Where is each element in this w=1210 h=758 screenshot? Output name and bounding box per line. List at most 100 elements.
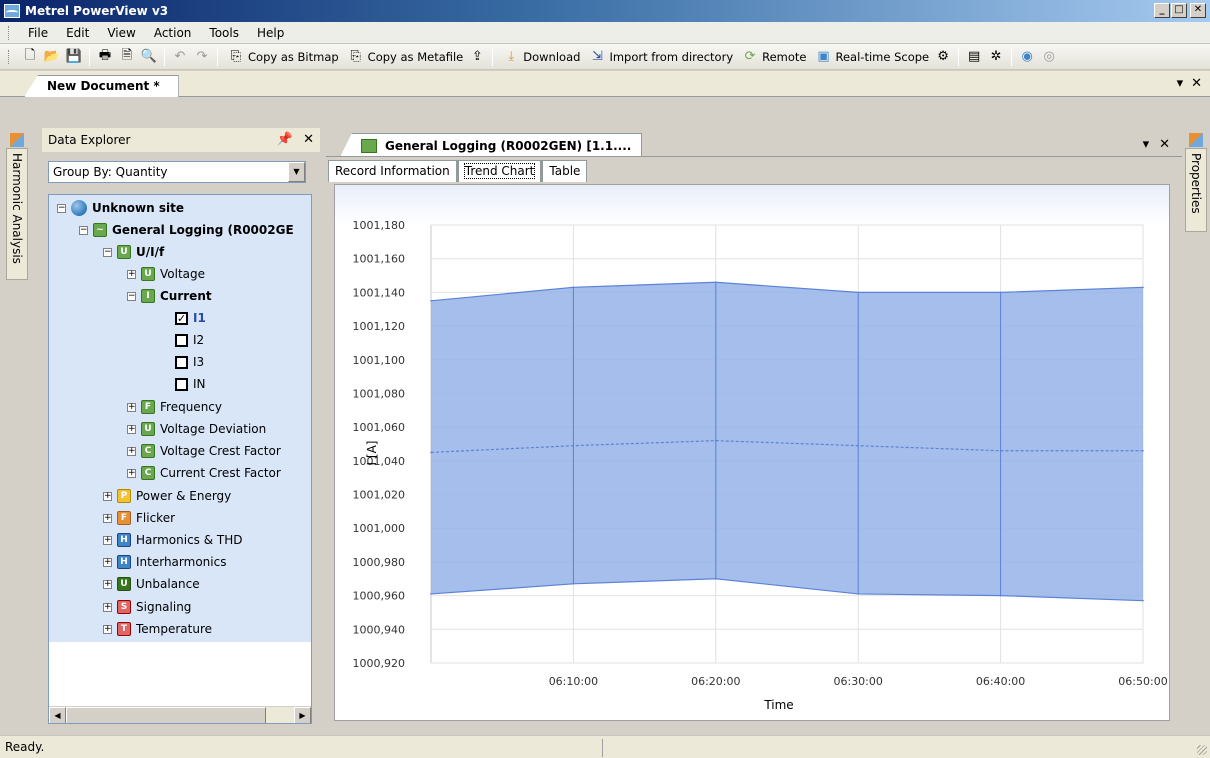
expand-icon[interactable]: + bbox=[103, 557, 112, 567]
menu-view[interactable]: View bbox=[98, 26, 144, 40]
data-point bbox=[999, 594, 1002, 597]
export-icon[interactable]: ⇪ bbox=[468, 48, 486, 66]
zoom-icon[interactable]: 🔍 bbox=[140, 48, 158, 66]
tree-node-current[interactable]: − I Current bbox=[127, 285, 212, 307]
tree-node-site[interactable]: − Unknown site bbox=[57, 197, 184, 219]
tree-horizontal-scrollbar[interactable]: ◀ ▶ bbox=[49, 706, 311, 723]
tree-node-power[interactable]: + P Power & Energy bbox=[103, 485, 231, 507]
tree-node-temperature[interactable]: + T Temperature bbox=[103, 618, 212, 640]
checkbox[interactable] bbox=[175, 377, 188, 391]
tree-node-harmonics[interactable]: + H Harmonics & THD bbox=[103, 529, 243, 551]
expand-icon[interactable]: + bbox=[127, 269, 136, 279]
menu-edit[interactable]: Edit bbox=[57, 26, 98, 40]
tree-node-voltage-deviation[interactable]: + U Voltage Deviation bbox=[127, 418, 266, 440]
settings-icon[interactable]: ⚙ bbox=[934, 48, 952, 66]
remote-button[interactable]: ⟳ Remote bbox=[739, 48, 807, 66]
expand-icon[interactable]: + bbox=[103, 513, 112, 523]
tree-node-frequency[interactable]: + F Frequency bbox=[127, 396, 222, 418]
scroll-thumb[interactable] bbox=[66, 707, 266, 723]
tab-trend-chart[interactable]: Trend Chart bbox=[456, 160, 543, 182]
users-icon[interactable]: ✲ bbox=[987, 48, 1005, 66]
expand-icon[interactable]: + bbox=[127, 468, 136, 478]
expand-icon[interactable]: + bbox=[103, 624, 112, 634]
chevron-down-icon[interactable]: ▼ bbox=[288, 162, 305, 182]
data-point bbox=[1142, 286, 1144, 289]
tree-node-i2[interactable]: I2 bbox=[175, 329, 204, 351]
tab-new-document[interactable]: New Document * bbox=[24, 75, 179, 97]
tree-node-uif[interactable]: − U U/I/f bbox=[103, 241, 164, 263]
undo-icon[interactable]: ↶ bbox=[171, 48, 189, 66]
redo-icon[interactable]: ↷ bbox=[193, 48, 211, 66]
menu-help[interactable]: Help bbox=[248, 26, 293, 40]
checkbox[interactable] bbox=[175, 333, 188, 347]
new-document-icon[interactable]: 🗋 bbox=[21, 48, 39, 66]
collapse-icon[interactable]: − bbox=[127, 291, 136, 301]
tab-general-logging[interactable]: General Logging (R0002GEN) [1.1.... bbox=[340, 133, 642, 157]
import-button[interactable]: ⇲ Import from directory bbox=[586, 48, 733, 66]
properties-icon bbox=[1189, 133, 1203, 147]
menu-tools[interactable]: Tools bbox=[200, 26, 248, 40]
checkbox[interactable] bbox=[175, 355, 188, 369]
tree-node-current-crest[interactable]: + C Current Crest Factor bbox=[127, 462, 281, 484]
collapse-icon[interactable]: − bbox=[57, 203, 66, 213]
tab-record-information[interactable]: Record Information bbox=[328, 160, 457, 182]
report-icon[interactable]: ▤ bbox=[965, 48, 983, 66]
save-icon[interactable]: 💾 bbox=[65, 48, 83, 66]
properties-tab[interactable]: Properties bbox=[1185, 148, 1207, 232]
pin-icon[interactable]: 📌 bbox=[277, 132, 293, 147]
data-point bbox=[857, 593, 859, 595]
scope-button[interactable]: ▣ Real-time Scope bbox=[813, 48, 930, 66]
expand-icon[interactable]: + bbox=[127, 402, 136, 412]
menu-file[interactable]: File bbox=[19, 26, 57, 40]
tree-node-logging[interactable]: − ~ General Logging (R0002GE bbox=[79, 219, 294, 241]
chart-svg[interactable]: 1001,180 1001,160 1001,140 1001,120 1001,100… bbox=[335, 185, 1169, 720]
expand-icon[interactable]: + bbox=[127, 446, 136, 456]
minimize-button[interactable]: _ bbox=[1154, 3, 1170, 18]
print-icon[interactable]: 🖶 bbox=[96, 48, 114, 66]
document-tab-strip: New Document * ▾ ✕ bbox=[0, 71, 1210, 97]
tab-table[interactable]: Table bbox=[542, 160, 588, 182]
globe-icon bbox=[71, 200, 87, 216]
tree-node-flicker[interactable]: + F Flicker bbox=[103, 507, 175, 529]
download-button[interactable]: ⤓ Download bbox=[500, 48, 580, 66]
expand-icon[interactable]: + bbox=[103, 491, 112, 501]
close-icon[interactable]: ✕ bbox=[303, 132, 314, 147]
help-icon[interactable]: ◉ bbox=[1018, 48, 1036, 66]
expand-icon[interactable]: + bbox=[103, 535, 112, 545]
info-icon[interactable]: ◎ bbox=[1040, 48, 1058, 66]
expand-icon[interactable]: + bbox=[127, 424, 136, 434]
tree-node-voltage-crest[interactable]: + C Voltage Crest Factor bbox=[127, 440, 281, 462]
expand-icon[interactable]: + bbox=[103, 602, 112, 612]
copy-metafile-button[interactable]: ⎘ Copy as Metafile bbox=[345, 48, 463, 66]
scroll-left-icon[interactable]: ◀ bbox=[49, 707, 66, 723]
open-folder-icon[interactable]: 📂 bbox=[43, 48, 61, 66]
chevron-down-icon[interactable]: ▾ bbox=[1177, 76, 1184, 91]
close-icon[interactable]: ✕ bbox=[1191, 76, 1202, 91]
collapse-icon[interactable]: − bbox=[79, 225, 88, 235]
close-button[interactable]: ✕ bbox=[1190, 3, 1206, 18]
tree-node-unbalance[interactable]: + U Unbalance bbox=[103, 573, 200, 595]
checkbox-checked[interactable]: ✓ bbox=[175, 311, 188, 325]
scope-label: Real-time Scope bbox=[835, 49, 930, 64]
maximize-button[interactable]: □ bbox=[1171, 3, 1187, 18]
copy-bitmap-button[interactable]: ⎘ Copy as Bitmap bbox=[225, 48, 339, 66]
scroll-right-icon[interactable]: ▶ bbox=[294, 707, 311, 723]
tree-node-signaling[interactable]: + S Signaling bbox=[103, 596, 191, 618]
tree-node-interharmonics[interactable]: + H Interharmonics bbox=[103, 551, 226, 573]
y-tick-label: 1001,140 bbox=[353, 286, 406, 299]
tree-node-in[interactable]: IN bbox=[175, 373, 206, 395]
tree-node-i3[interactable]: I3 bbox=[175, 351, 204, 373]
chevron-down-icon[interactable]: ▾ bbox=[1143, 137, 1150, 152]
collapse-icon[interactable]: − bbox=[103, 247, 112, 257]
resize-grip[interactable] bbox=[1197, 745, 1207, 755]
menu-action[interactable]: Action bbox=[145, 26, 201, 40]
y-tick-label: 1001,020 bbox=[353, 489, 406, 502]
group-by-select[interactable]: Group By: Quantity ▼ bbox=[48, 161, 306, 183]
tree-node-i1[interactable]: ✓ I1 bbox=[175, 307, 206, 329]
print-preview-icon[interactable]: 🗎 bbox=[118, 48, 136, 66]
tree-node-voltage[interactable]: + U Voltage bbox=[127, 263, 205, 285]
harmonic-analysis-tab[interactable]: Harmonic Analysis bbox=[6, 148, 28, 280]
expand-icon[interactable]: + bbox=[103, 579, 112, 589]
close-icon[interactable]: ✕ bbox=[1159, 137, 1170, 152]
trend-chart[interactable]: 1001,180 1001,160 1001,140 1001,120 1001,100… bbox=[334, 184, 1170, 721]
